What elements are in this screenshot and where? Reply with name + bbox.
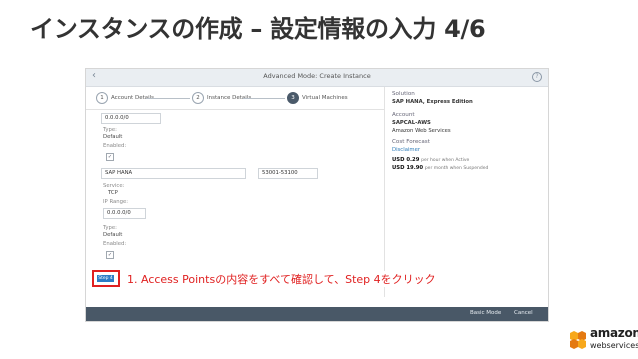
app-footer: Basic Mode Cancel <box>86 307 548 321</box>
window-title: Advanced Mode: Create Instance <box>263 72 371 80</box>
wizard-steps: 1 Account Details 2 Instance Details 3 V… <box>86 87 384 110</box>
price-active-note: per hour when Active <box>421 158 470 163</box>
enabled-label: Enabled: <box>103 241 127 247</box>
slide-title: インスタンスの作成 – 設定情報の入力 4/6 <box>30 15 486 43</box>
ip-range-input[interactable]: 0.0.0.0/0 <box>103 208 146 219</box>
app-screenshot: ‹ Advanced Mode: Create Instance ? 1 Acc… <box>85 68 549 322</box>
enabled-label: Enabled: <box>103 143 127 149</box>
step-connector <box>146 98 190 99</box>
service-name-input[interactable]: SAP HANA <box>101 168 246 179</box>
ip-range-label: IP Range: <box>103 199 129 205</box>
step-label: Virtual Machines <box>302 95 348 101</box>
type-label: Type: <box>103 225 117 231</box>
price-active-value: USD 0.29 <box>392 157 420 163</box>
app-topbar: ‹ Advanced Mode: Create Instance ? <box>86 69 548 87</box>
access-points-form: 0.0.0.0/0 Type: Default Enabled: ✓ SAP H… <box>86 110 384 296</box>
price-suspended-value: USD 19.90 <box>392 165 424 171</box>
summary-panel: Solution SAP HANA, Express Edition Accou… <box>384 87 548 297</box>
type-value: Default <box>103 134 123 140</box>
account-label: Account <box>392 112 415 118</box>
account-value: SAPCAL-AWS <box>392 120 431 126</box>
step-virtual-machines[interactable]: 3 Virtual Machines <box>287 92 348 104</box>
account-provider: Amazon Web Services <box>392 128 451 134</box>
type-label: Type: <box>103 127 117 133</box>
step-number: 3 <box>287 92 299 104</box>
aws-logo-icon <box>570 331 586 349</box>
service-value: TCP <box>108 190 118 196</box>
aws-logo: amazon webservices <box>568 323 638 355</box>
step-connector <box>243 98 285 99</box>
enabled-checkbox[interactable]: ✓ <box>106 153 114 161</box>
service-label: Service: <box>103 183 125 189</box>
enabled-checkbox[interactable]: ✓ <box>106 251 114 259</box>
step4-highlight: Step 4 <box>92 270 120 287</box>
price-suspended: USD 19.90 per month when Suspended <box>392 165 488 171</box>
solution-value: SAP HANA, Express Edition <box>392 99 473 105</box>
cost-forecast-label: Cost Forecast <box>392 139 430 145</box>
cancel-button[interactable]: Cancel <box>514 310 533 316</box>
question-circle-icon[interactable]: ? <box>532 72 542 82</box>
type-value: Default <box>103 232 123 238</box>
step-number: 2 <box>192 92 204 104</box>
solution-label: Solution <box>392 91 415 97</box>
disclaimer-link[interactable]: Disclaimer <box>392 147 420 153</box>
logo-wordmark: amazon <box>590 326 638 340</box>
step-number: 1 <box>96 92 108 104</box>
step4-button[interactable]: Step 4 <box>97 275 114 282</box>
instruction-text: 1. Access Pointsの内容をすべて確認して、Step 4をクリック <box>127 271 436 287</box>
price-active: USD 0.29 per hour when Active <box>392 157 469 163</box>
price-suspended-note: per month when Suspended <box>424 166 489 171</box>
port-range-input[interactable]: 53001-53100 <box>258 168 318 179</box>
logo-subtitle: webservices <box>590 341 638 350</box>
basic-mode-button[interactable]: Basic Mode <box>470 310 501 316</box>
ip-range-input[interactable]: 0.0.0.0/0 <box>101 113 161 124</box>
